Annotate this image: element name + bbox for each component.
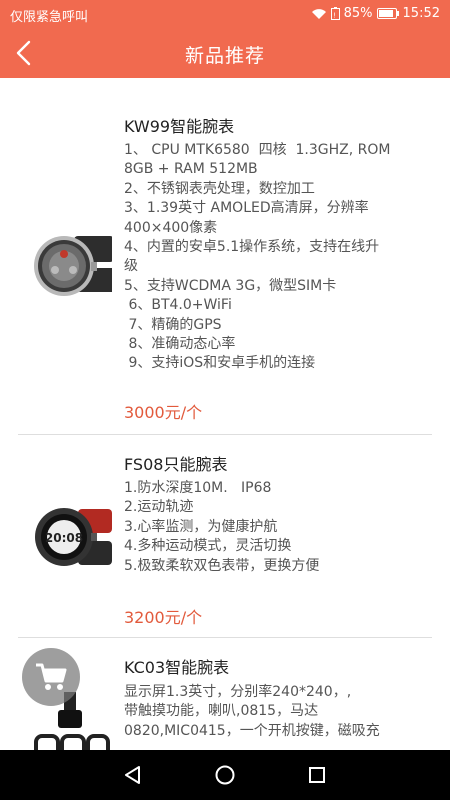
product-description: 1.防水深度10M. IP68 2.运动轨迹 3.心率监测，为健康护航 4.多种… (124, 479, 424, 576)
smartwatch-image: 20:08 (35, 508, 112, 566)
page-title: 新品推荐 (184, 45, 265, 67)
status-right: ! 85% 15:52 (311, 6, 440, 21)
desc-line: 5、支持WCDMA 3G，微型SIM卡 (124, 277, 337, 294)
product-image-fs08: 20:08 (30, 495, 112, 579)
status-bar: 仅限紧急呼叫 ! 85% 15:52 (0, 0, 450, 28)
battery-icon (376, 8, 399, 19)
product-description: 显示屏1.3英寸，分别率240*240，, 带触摸功能，喇叭,0815，马达 0… (124, 683, 424, 741)
shopping-cart-icon (36, 663, 67, 690)
desc-line: 8、准确动态心率 (124, 336, 236, 353)
desc-line: 2、不锈钢表壳处理，数控加工 (124, 180, 315, 197)
circle-home-icon (215, 765, 235, 785)
product-image-kw99 (30, 224, 116, 308)
product-description: 1、 CPU MTK6580 四核 1.3GHZ, ROM 8GB + RAM … (124, 141, 424, 374)
triangle-back-icon (125, 766, 140, 784)
product-title: FS08只能腕表 (124, 455, 228, 474)
desc-line: 6、BT4.0+WiFi (124, 297, 232, 314)
product-list[interactable]: KW99智能腕表 1、 CPU MTK6580 四核 1.3GHZ, ROM 8… (0, 78, 450, 750)
desc-line: 3、1.39英寸 AMOLED高清屏，分辨率 (124, 200, 369, 217)
system-home-button[interactable] (214, 764, 236, 786)
product-price: 3200元/个 (124, 608, 203, 627)
system-recents-button[interactable] (306, 764, 328, 786)
product-item-fs08[interactable]: 20:08 FS08只能腕表 1.防水深度10M. IP68 2.运动轨迹 3.… (18, 435, 432, 638)
clock: 15:52 (402, 6, 440, 21)
desc-line: 2.运动轨迹 (124, 499, 194, 516)
system-nav-bar (0, 750, 450, 800)
desc-line: 3.心率监测，为健康护航 (124, 518, 278, 535)
smartwatch-image (34, 236, 116, 296)
desc-line: 4.多种运动模式，灵活切换 (124, 538, 292, 555)
desc-line: 带触摸功能，喇叭,0815，马达 (124, 703, 319, 720)
product-item-kw99[interactable]: KW99智能腕表 1、 CPU MTK6580 四核 1.3GHZ, ROM 8… (18, 78, 432, 435)
wifi-icon (311, 8, 326, 19)
desc-line: 显示屏1.3英寸，分别率240*240，, (124, 684, 352, 700)
desc-line: 1、 CPU MTK6580 四核 1.3GHZ, ROM (124, 142, 391, 158)
desc-line: 400×400像素 (124, 219, 218, 236)
desc-line: 1.防水深度10M. IP68 (124, 480, 272, 496)
watch-face-time: 20:08 (45, 531, 83, 545)
desc-line: 级 (124, 258, 138, 275)
desc-line: 7、精确的GPS (124, 316, 222, 333)
nav-bar: 新品推荐 (0, 28, 450, 78)
square-recents-icon (309, 767, 325, 783)
desc-line: 4、内置的安卓5.1操作系统，支持在线升 (124, 239, 380, 256)
product-price: 3000元/个 (124, 403, 203, 422)
cart-button[interactable] (22, 648, 80, 706)
product-title: KW99智能腕表 (124, 117, 235, 136)
desc-line: 5.极致柔软双色表带，更换方便 (124, 557, 320, 574)
desc-line: 0820,MIC0415，一个开机按键，磁吸充 (124, 722, 380, 739)
product-title: KC03智能腕表 (124, 658, 230, 677)
battery-percent: 85% (343, 6, 373, 21)
carrier-text: 仅限紧急呼叫 (10, 10, 89, 25)
desc-line: 8GB + RAM 512MB (124, 161, 258, 178)
system-back-button[interactable] (122, 764, 144, 786)
battery-saver-icon: ! (330, 7, 340, 20)
svg-text:!: ! (333, 12, 336, 20)
desc-line: 9、支持iOS和安卓手机的连接 (124, 355, 316, 372)
product-item-kc03[interactable]: KC03智能腕表 显示屏1.3英寸，分别率240*240，, 带触摸功能，喇叭,… (18, 638, 432, 750)
